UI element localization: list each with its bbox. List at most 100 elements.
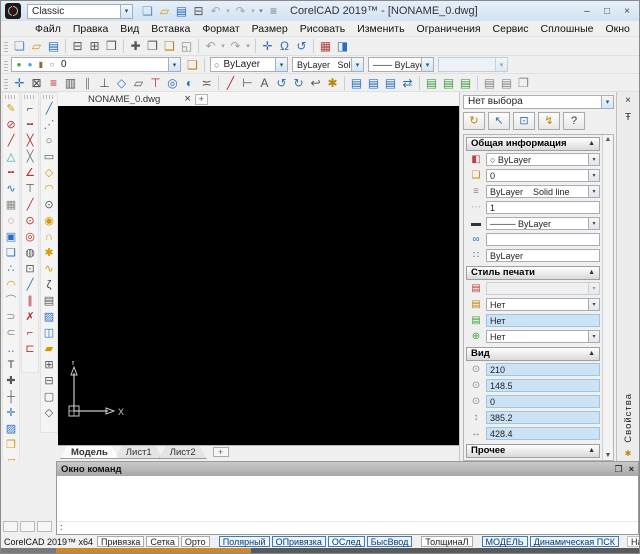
menu-item[interactable]: Формат	[196, 23, 245, 35]
menu-item[interactable]: Вставка	[145, 23, 196, 35]
polygon-icon[interactable]: ◇	[41, 165, 57, 181]
nearest-snap-icon[interactable]: ≍	[198, 75, 215, 91]
properties-tab[interactable]: Свойства	[623, 393, 634, 443]
fillet-icon[interactable]: ◠	[3, 277, 19, 293]
corner-dot-icon[interactable]: ⌐	[22, 325, 38, 341]
panel-close-icon[interactable]: ×	[625, 95, 631, 106]
toolbar-grip[interactable]	[5, 95, 17, 99]
toolbar-grip[interactable]	[4, 40, 8, 52]
scroll-up-icon[interactable]: ▲	[605, 136, 612, 143]
layer-select[interactable]: ●●▮○ 0 ▾	[11, 57, 181, 72]
spline-icon[interactable]: ∿	[41, 261, 57, 277]
pan-icon[interactable]: ✛	[259, 38, 276, 54]
make-block-icon[interactable]: ❏	[3, 245, 19, 261]
ellipse-point-icon[interactable]: ◍	[22, 245, 38, 261]
collapse-icon[interactable]: ▲	[588, 140, 595, 147]
command-restore-icon[interactable]: ❐	[615, 464, 623, 475]
two-points-icon[interactable]: ‥	[3, 341, 19, 357]
line-icon[interactable]: ╱	[41, 101, 57, 117]
print-icon[interactable]: ⊟	[190, 3, 207, 19]
open-icon[interactable]: ▱	[28, 38, 45, 54]
menu-item[interactable]: Файл	[29, 23, 67, 35]
intersection-large-icon[interactable]: ╳	[22, 149, 38, 165]
undo-list-icon[interactable]: ▾	[219, 38, 227, 54]
layer-freeze-icon[interactable]: ▤	[382, 75, 399, 91]
chevron-down-icon[interactable]: ▾	[351, 58, 363, 71]
multiple-points-icon[interactable]: ∴	[3, 261, 19, 277]
snap-settings-icon[interactable]: ≡	[45, 75, 62, 91]
new-drawing-icon[interactable]: ❏	[11, 38, 28, 54]
chamfer-icon[interactable]: △	[3, 149, 19, 165]
rotate-cw-icon[interactable]: ↻	[290, 75, 307, 91]
copy-entities-icon[interactable]: ❐	[3, 437, 19, 453]
status-toggle[interactable]: БысВвод	[367, 536, 413, 547]
corner-points-icon[interactable]: ⌐	[22, 101, 38, 117]
status-toggle[interactable]: ОСлед	[328, 536, 365, 547]
transparency-field[interactable]: ByLayer	[486, 249, 600, 262]
panel-scrollbar[interactable]: ▲ ▼	[602, 135, 613, 460]
edit-polyline-icon[interactable]: ∿	[3, 181, 19, 197]
minimize-button[interactable]: –	[581, 6, 593, 17]
infinite-line-icon[interactable]: ⋰	[41, 117, 57, 133]
layer-color-state-icon[interactable]: ○	[47, 57, 57, 73]
segment-point-icon[interactable]: ╱	[22, 197, 38, 213]
revision-cloud-icon[interactable]: ◇	[41, 405, 57, 421]
collapse-icon[interactable]: ▲	[588, 350, 595, 357]
status-toggle[interactable]: Сетка	[146, 536, 178, 547]
dropdown-arrow-icon[interactable]: ▾	[588, 331, 599, 342]
menu-item[interactable]: Справка	[636, 23, 640, 35]
insert-block-icon[interactable]: ⊞	[41, 357, 57, 373]
menu-item[interactable]: Сплошные	[535, 23, 600, 35]
document-tab[interactable]: NONAME_0.dwg ×	[58, 93, 191, 105]
layer-thaw-icon[interactable]: ▤	[440, 75, 457, 91]
print-icon[interactable]: ⊟	[69, 38, 86, 54]
qat-overflow-icon[interactable]: ▾	[257, 3, 265, 19]
layer-states-manager-icon[interactable]: ❐	[515, 75, 532, 91]
table-icon[interactable]: ▤	[41, 293, 57, 309]
close-button[interactable]: ×	[621, 6, 633, 17]
workspace-select[interactable]: Classic ▾	[27, 4, 133, 19]
section-header[interactable]: Вид ▲	[466, 347, 600, 361]
toolbar-stub[interactable]	[37, 521, 52, 532]
layer-swap-icon[interactable]: ⇄	[399, 75, 416, 91]
status-toggle[interactable]: МОДЕЛЬ	[482, 536, 528, 547]
annotation-scale-select[interactable]: Надпись ▾	[627, 536, 639, 547]
pattern-icon[interactable]: ▦	[3, 197, 19, 213]
layer-isolate-icon[interactable]: ▤	[365, 75, 382, 91]
dash-points-icon[interactable]: ╍	[22, 117, 38, 133]
undo-icon[interactable]: ↶	[202, 38, 219, 54]
snap-grid-icon[interactable]: ▥	[62, 75, 79, 91]
layer-field[interactable]: 0▾	[486, 169, 600, 182]
undo-list-icon[interactable]: ▾	[224, 3, 232, 19]
dropdown-arrow-icon[interactable]: ▾	[588, 170, 599, 181]
lineweight-field[interactable]: ──── ByLayer▾	[486, 217, 600, 230]
menu-item[interactable]: Правка	[67, 23, 114, 35]
linestyle-field[interactable]: ByLayer Solid line▾	[486, 185, 600, 198]
redo-icon[interactable]: ↷	[227, 38, 244, 54]
sheet-tab-active[interactable]: Модель	[60, 446, 119, 459]
save-icon[interactable]: ▤	[173, 3, 190, 19]
lineweight-select[interactable]: ─── ByLayer ▾	[368, 57, 434, 72]
boundary-icon[interactable]: ▢	[41, 389, 57, 405]
maximize-button[interactable]: □	[601, 6, 613, 17]
circle-icon[interactable]: ○	[41, 133, 57, 149]
print-preview-icon[interactable]: ❒	[103, 38, 120, 54]
curve-right-icon[interactable]: ⊃	[3, 309, 19, 325]
layer-state-restore-icon[interactable]: ▤	[498, 75, 515, 91]
zoom-dynamic-icon[interactable]: Ω	[276, 38, 293, 54]
cross-lines-icon[interactable]: ✗	[22, 309, 38, 325]
toolbar-stub[interactable]	[20, 521, 35, 532]
freehand-icon[interactable]: ζ	[41, 277, 57, 293]
break-line-icon[interactable]: ╍	[3, 165, 19, 181]
split-entity-icon[interactable]: ╱	[3, 133, 19, 149]
new-tab-button[interactable]: +	[195, 94, 208, 105]
layer-show-state-icon[interactable]: ●	[14, 57, 24, 73]
status-toggle[interactable]: Привязка	[97, 536, 144, 547]
center-snap-icon[interactable]: ◎	[164, 75, 181, 91]
chevron-down-icon[interactable]: ▾	[120, 5, 132, 18]
zoom-previous-icon[interactable]: ↺	[293, 38, 310, 54]
layer-unlock-icon[interactable]: ▤	[457, 75, 474, 91]
insert-image-icon[interactable]: ◫	[41, 325, 57, 341]
entity-snap-icon[interactable]: ✛	[11, 75, 28, 91]
rectangle-icon[interactable]: ▭	[41, 149, 57, 165]
